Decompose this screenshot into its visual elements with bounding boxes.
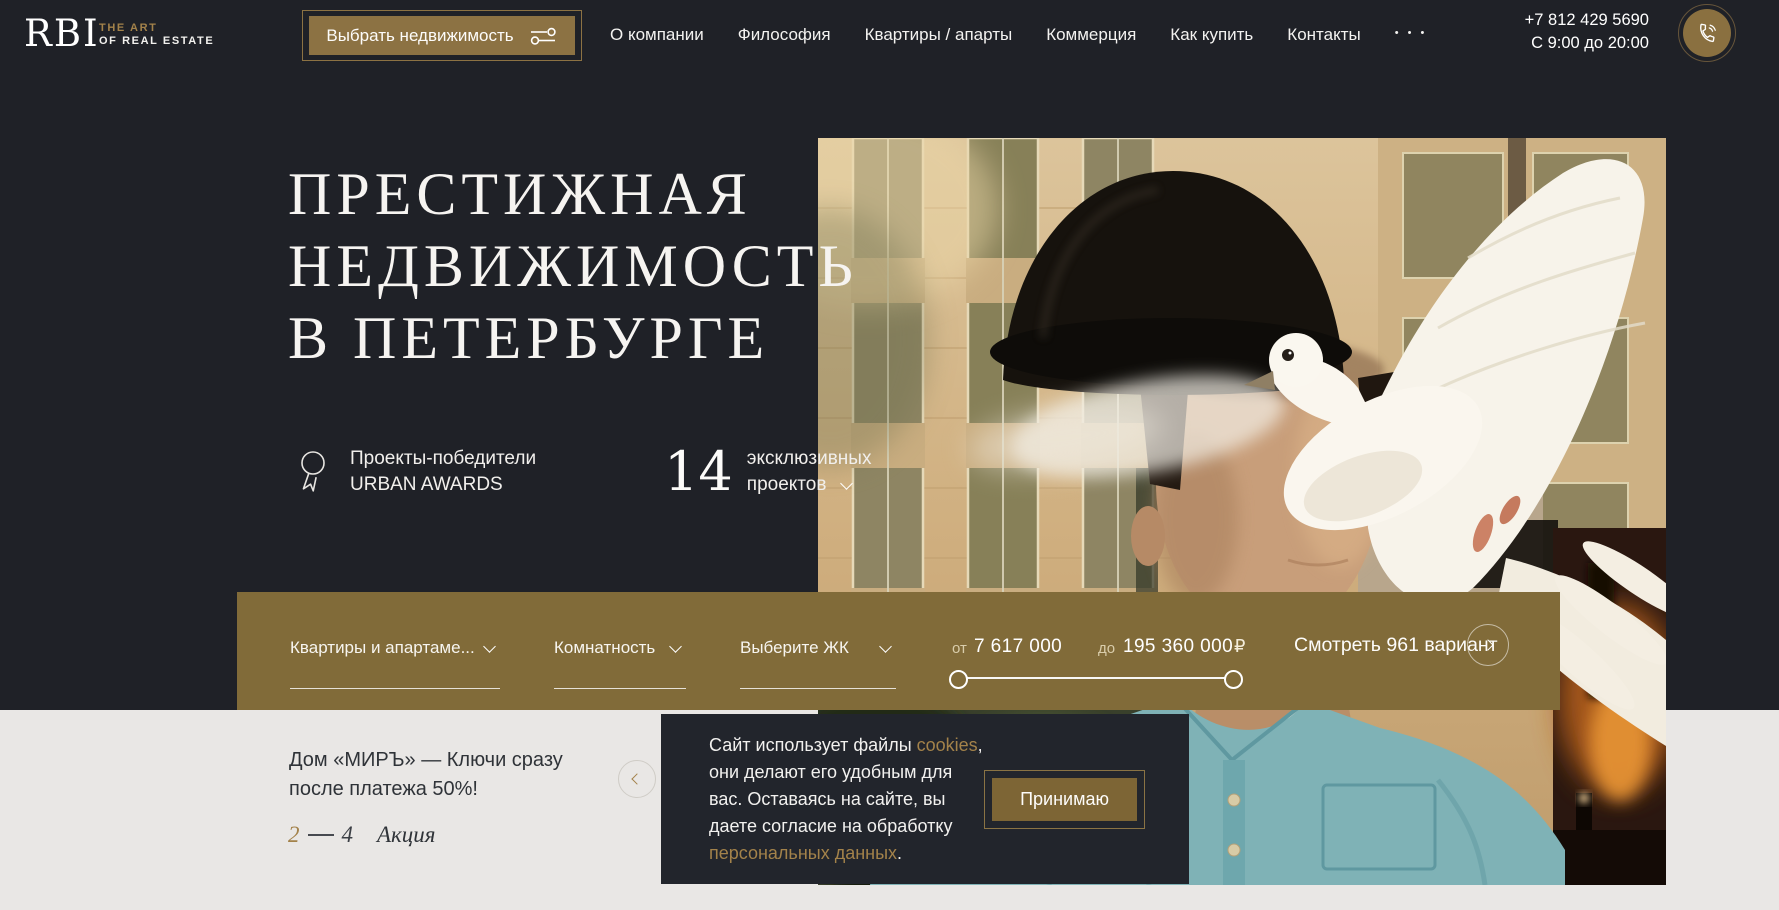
rbi-logo[interactable]: RBI	[24, 12, 100, 55]
cookie-accept-button[interactable]: Принимаю	[984, 770, 1145, 829]
hero-title: ПРЕСТИЖНАЯ НЕДВИЖИМОСТЬ В ПЕТЕРБУРГЕ	[288, 158, 858, 374]
select-property-label: Выбрать недвижимость	[326, 26, 513, 46]
select-property-button[interactable]: Выбрать недвижимость	[302, 10, 582, 61]
cookie-text: Сайт использует файлы cookies, они делаю…	[709, 732, 984, 867]
hero-badges: Проекты-победители URBAN AWARDS 14 экскл…	[298, 446, 871, 498]
chevron-down-icon[interactable]	[879, 640, 892, 653]
complex-dropdown[interactable]: Выберите ЖК	[740, 638, 849, 658]
chevron-down-icon[interactable]	[840, 477, 853, 490]
logo-tagline-line2: OF REAL ESTATE	[99, 35, 214, 48]
sliders-icon	[528, 26, 558, 46]
divider	[290, 688, 500, 689]
working-hours: С 9:00 до 20:00	[1495, 32, 1649, 55]
price-from-label: от	[952, 640, 967, 657]
pagination-total: 4	[342, 822, 354, 848]
call-button[interactable]	[1678, 4, 1736, 62]
cookie-text-part: .	[897, 843, 902, 863]
hero-title-line2: НЕДВИЖИМОСТЬ	[288, 230, 858, 302]
nav-item-how-to-buy[interactable]: Как купить	[1170, 25, 1253, 45]
property-filter-bar: Квартиры и апартаме... Комнатность Выбер…	[237, 592, 1560, 710]
hero-title-line3: В ПЕТЕРБУРГЕ	[288, 302, 858, 374]
logo-tagline-line1: THE ART	[99, 22, 214, 35]
price-slider-handle-max[interactable]	[1224, 670, 1243, 689]
nav-item-commercial[interactable]: Коммерция	[1046, 25, 1136, 45]
chevron-right-icon	[1482, 639, 1493, 650]
nav-item-contacts[interactable]: Контакты	[1287, 25, 1360, 45]
currency-symbol: ₽	[1234, 636, 1245, 657]
nav-item-philosophy[interactable]: Философия	[738, 25, 831, 45]
divider	[740, 688, 896, 689]
projects-count: 14	[664, 446, 733, 498]
phone-number[interactable]: +7 812 429 5690	[1495, 9, 1649, 32]
award-line1: Проекты-победители	[350, 446, 536, 472]
chevron-down-icon[interactable]	[669, 640, 682, 653]
nav-item-apartments[interactable]: Квартиры / апарты	[865, 25, 1013, 45]
price-from-value[interactable]: 7 617 000	[974, 636, 1062, 658]
cookies-link[interactable]: cookies	[917, 735, 978, 755]
cookie-banner: Сайт использует файлы cookies, они делаю…	[661, 714, 1189, 884]
award-line2: URBAN AWARDS	[350, 472, 536, 498]
price-slider-handle-min[interactable]	[949, 670, 968, 689]
projects-label-line2: проектов	[747, 474, 827, 495]
personal-data-link[interactable]: персональных данных	[709, 843, 897, 863]
hero-title-line1: ПРЕСТИЖНАЯ	[288, 158, 858, 230]
divider	[554, 688, 686, 689]
projects-label[interactable]: эксклюзивных проектов	[747, 446, 872, 498]
price-to-value[interactable]: 195 360 000	[1123, 636, 1233, 658]
phone-icon	[1696, 22, 1718, 44]
nav-item-about[interactable]: О компании	[610, 25, 704, 45]
award-medal-icon	[298, 450, 328, 498]
logo-tagline: THE ART OF REAL ESTATE	[99, 22, 214, 48]
slider-prev-button[interactable]	[618, 760, 656, 798]
show-results-arrow-button[interactable]	[1467, 624, 1509, 666]
nav-more-button[interactable]: • • •	[1395, 27, 1428, 43]
slider-pagination: 2 4 Акция	[288, 820, 436, 850]
main-nav: О компании Философия Квартиры / апарты К…	[610, 0, 1427, 70]
property-type-dropdown[interactable]: Квартиры и апартаме...	[290, 638, 475, 658]
promo-tag: Акция	[377, 822, 436, 848]
cookie-accept-label: Принимаю	[992, 778, 1137, 821]
pagination-current: 2	[288, 822, 300, 848]
promo-slide-title[interactable]: Дом «МИРЪ» — Ключи сразу после платежа 5…	[289, 746, 619, 804]
rooms-dropdown[interactable]: Комнатность	[554, 638, 655, 658]
price-to-label: до	[1098, 640, 1115, 657]
cookie-text-part: Сайт использует файлы	[709, 735, 917, 755]
price-slider-track[interactable]	[957, 677, 1232, 679]
chevron-down-icon[interactable]	[483, 640, 496, 653]
chevron-left-icon	[631, 773, 642, 784]
pagination-dash	[308, 834, 334, 836]
projects-label-line1: эксклюзивных	[747, 446, 872, 472]
award-text: Проекты-победители URBAN AWARDS	[350, 446, 536, 498]
contact-info: +7 812 429 5690 С 9:00 до 20:00	[1495, 9, 1649, 55]
